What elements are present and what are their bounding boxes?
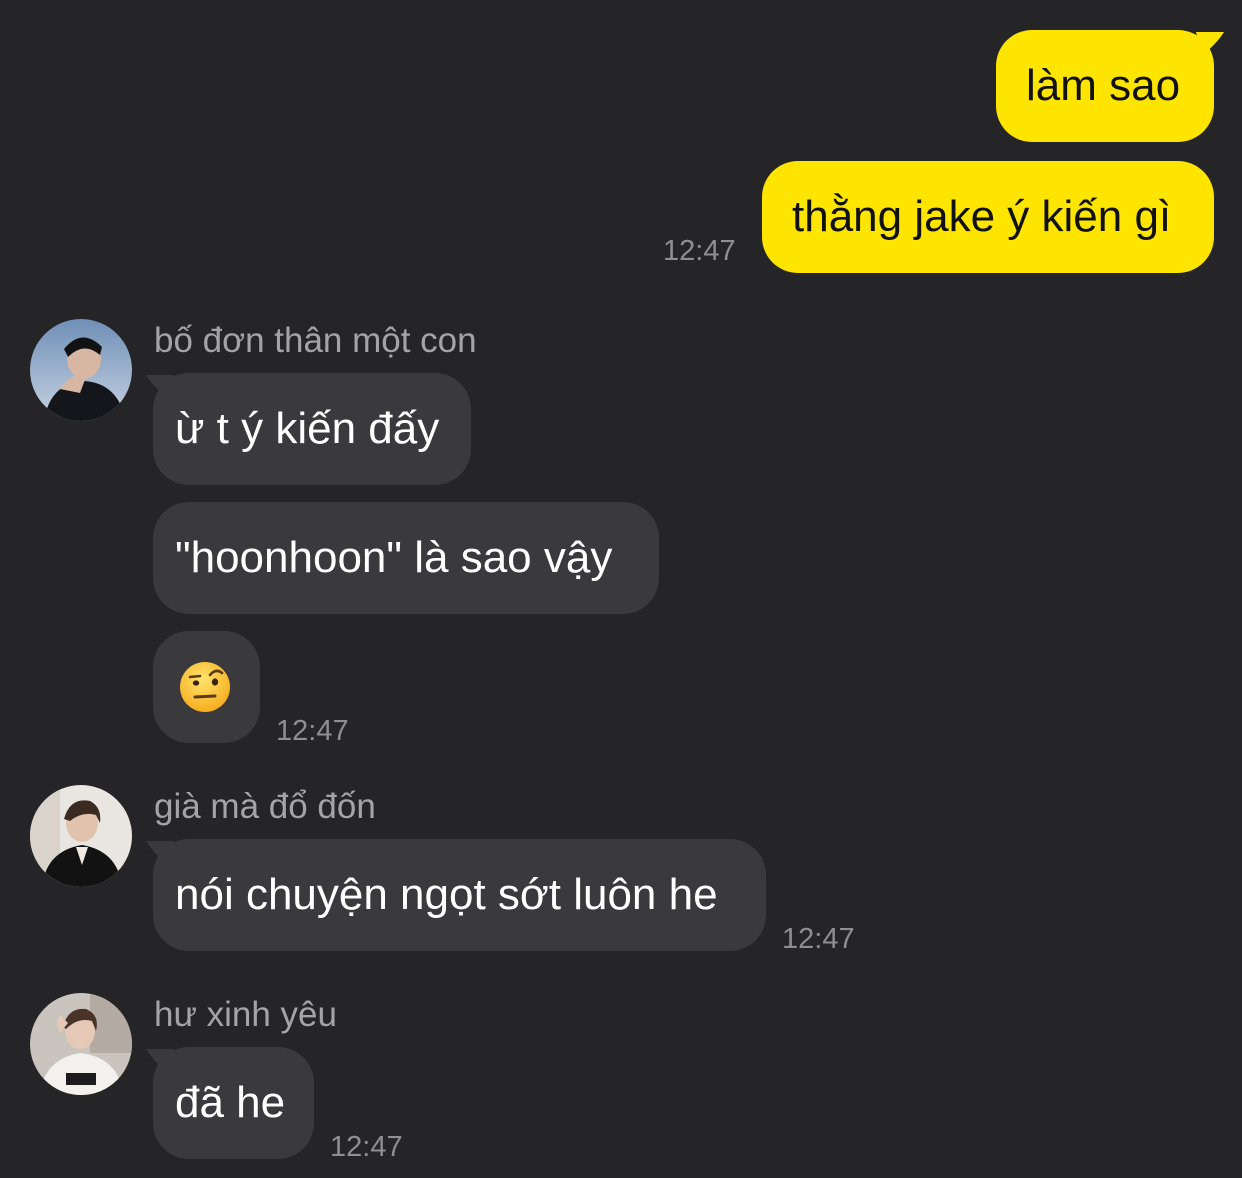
avatar[interactable] <box>30 319 132 421</box>
message-text: đã he <box>175 1078 286 1127</box>
profile-photo-icon <box>30 319 132 421</box>
sender-name: hư xinh yêu <box>154 995 337 1034</box>
outgoing-message-bubble[interactable]: làm sao <box>996 30 1214 142</box>
incoming-message-bubble[interactable]: nói chuyện ngọt sớt luôn he <box>153 839 766 951</box>
outgoing-message-bubble[interactable]: thằng jake ý kiến gì <box>762 161 1214 273</box>
message-timestamp: 12:47 <box>782 923 855 955</box>
sender-name: già mà đổ đốn <box>154 787 376 826</box>
bubble-tail <box>1196 32 1224 56</box>
incoming-message-bubble[interactable]: "hoonhoon" là sao vậy <box>153 502 659 614</box>
avatar[interactable] <box>30 785 132 887</box>
message-text: làm sao <box>1026 61 1181 110</box>
message-timestamp: 12:47 <box>330 1131 403 1163</box>
message-timestamp: 12:47 <box>276 715 349 747</box>
message-timestamp: 12:47 <box>663 235 736 267</box>
chat-view[interactable]: làm sao thằng jake ý kiến gì 12:47 bố đơ… <box>0 0 1242 1178</box>
profile-photo-icon <box>30 993 132 1095</box>
incoming-message-bubble[interactable]: ừ t ý kiến đấy <box>153 373 471 485</box>
face-with-raised-eyebrow-emoji <box>180 662 230 712</box>
incoming-message-bubble[interactable]: đã he <box>153 1047 314 1159</box>
incoming-emoji-bubble[interactable] <box>153 631 260 743</box>
message-text: thằng jake ý kiến gì <box>792 192 1172 241</box>
message-text: ừ t ý kiến đấy <box>175 404 440 453</box>
sender-name: bố đơn thân một con <box>154 321 477 360</box>
avatar[interactable] <box>30 993 132 1095</box>
message-text: "hoonhoon" là sao vậy <box>175 533 613 582</box>
message-text: nói chuyện ngọt sớt luôn he <box>175 870 718 919</box>
profile-photo-icon <box>30 785 132 887</box>
